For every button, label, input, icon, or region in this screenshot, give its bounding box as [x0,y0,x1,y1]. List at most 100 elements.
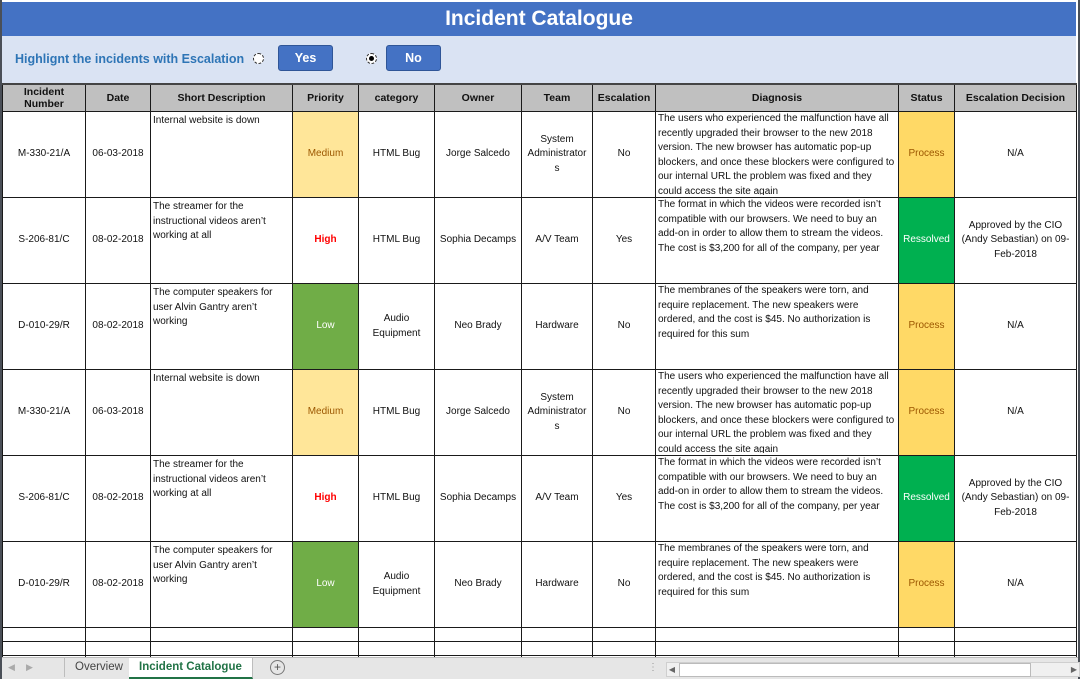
col-escalation[interactable]: Escalation [592,83,656,112]
scrollbar-thumb[interactable] [679,663,1031,677]
sheet-tab-incident-catalogue[interactable]: Incident Catalogue [129,658,253,679]
horizontal-scrollbar[interactable]: ◀ ▶ [666,662,1080,677]
cell-date[interactable]: 08-02-2018 [85,541,151,628]
cell-escalation-decision[interactable]: N/A [954,369,1077,456]
cell-escalation-decision[interactable]: N/A [954,541,1077,628]
cell-short-description[interactable]: Internal website is down [150,111,293,198]
cell-date[interactable]: 08-02-2018 [85,197,151,284]
cell-incident-number[interactable]: S-206-81/C [2,197,86,284]
no-button[interactable]: No [386,45,441,71]
cell-team[interactable]: Hardware [521,283,593,370]
col-category[interactable]: category [358,83,435,112]
cell-team[interactable]: A/V Team [521,455,593,542]
cell-incident-number[interactable]: M-330-21/A [2,111,86,198]
chevron-left-icon[interactable]: ◀ [667,663,677,676]
col-incident-number[interactable]: Incident Number [2,83,86,112]
next-sheet-icon[interactable]: ▶ [26,662,33,673]
empty-cell[interactable] [85,641,151,656]
empty-cell[interactable] [358,627,435,642]
cell-escalation[interactable]: No [592,111,656,198]
cell-date[interactable]: 06-03-2018 [85,111,151,198]
col-short-description[interactable]: Short Description [150,83,293,112]
cell-escalation[interactable]: No [592,283,656,370]
cell-incident-number[interactable]: S-206-81/C [2,455,86,542]
cell-category[interactable]: HTML Bug [358,369,435,456]
cell-date[interactable]: 06-03-2018 [85,369,151,456]
cell-category[interactable]: HTML Bug [358,455,435,542]
cell-incident-number[interactable]: D-010-29/R [2,541,86,628]
cell-escalation-decision[interactable]: Approved by the CIO (Andy Sebastian) on … [954,455,1077,542]
empty-cell[interactable] [292,641,359,656]
cell-escalation-decision[interactable]: Approved by the CIO (Andy Sebastian) on … [954,197,1077,284]
cell-team[interactable]: System Administrator s [521,111,593,198]
cell-owner[interactable]: Sophia Decamps [434,197,522,284]
empty-cell[interactable] [521,627,593,642]
cell-owner[interactable]: Neo Brady [434,283,522,370]
empty-cell[interactable] [954,641,1077,656]
empty-cell[interactable] [521,641,593,656]
cell-diagnosis[interactable]: The format in which the videos were reco… [655,455,899,542]
cell-status[interactable]: Process [898,283,955,370]
cell-category[interactable]: Audio Equipment [358,541,435,628]
empty-cell[interactable] [898,641,955,656]
cell-category[interactable]: Audio Equipment [358,283,435,370]
cell-team[interactable]: A/V Team [521,197,593,284]
plus-circle-icon[interactable]: + [270,660,285,675]
cell-status[interactable]: Process [898,111,955,198]
empty-cell[interactable] [292,627,359,642]
cell-category[interactable]: HTML Bug [358,197,435,284]
cell-date[interactable]: 08-02-2018 [85,455,151,542]
empty-cell[interactable] [592,627,656,642]
cell-incident-number[interactable]: D-010-29/R [2,283,86,370]
cell-team[interactable]: System Administrator s [521,369,593,456]
cell-owner[interactable]: Neo Brady [434,541,522,628]
cell-status[interactable]: Ressolved [898,197,955,284]
empty-cell[interactable] [655,627,899,642]
cell-short-description[interactable]: The streamer for the instructional video… [150,455,293,542]
empty-cell[interactable] [954,627,1077,642]
cell-priority[interactable]: Low [292,283,359,370]
chevron-right-icon[interactable]: ▶ [1069,663,1079,676]
cell-status[interactable]: Process [898,541,955,628]
col-escalation-decision[interactable]: Escalation Decision [954,83,1077,112]
tab-splitter-handle[interactable]: ⋮ [648,662,658,673]
col-priority[interactable]: Priority [292,83,359,112]
cell-diagnosis[interactable]: The membranes of the speakers were torn,… [655,541,899,628]
col-team[interactable]: Team [521,83,593,112]
col-owner[interactable]: Owner [434,83,522,112]
cell-category[interactable]: HTML Bug [358,111,435,198]
radio-yes[interactable] [253,53,264,64]
cell-short-description[interactable]: The computer speakers for user Alvin Gan… [150,283,293,370]
cell-diagnosis[interactable]: The format in which the videos were reco… [655,197,899,284]
cell-escalation[interactable]: No [592,541,656,628]
cell-team[interactable]: Hardware [521,541,593,628]
cell-priority[interactable]: Medium [292,111,359,198]
cell-short-description[interactable]: The computer speakers for user Alvin Gan… [150,541,293,628]
cell-status[interactable]: Ressolved [898,455,955,542]
empty-cell[interactable] [150,627,293,642]
col-status[interactable]: Status [898,83,955,112]
cell-priority[interactable]: High [292,455,359,542]
prev-sheet-icon[interactable]: ◀ [8,662,15,673]
cell-owner[interactable]: Sophia Decamps [434,455,522,542]
cell-escalation[interactable]: Yes [592,197,656,284]
cell-diagnosis[interactable]: The membranes of the speakers were torn,… [655,283,899,370]
cell-incident-number[interactable]: M-330-21/A [2,369,86,456]
cell-date[interactable]: 08-02-2018 [85,283,151,370]
cell-short-description[interactable]: The streamer for the instructional video… [150,197,293,284]
empty-cell[interactable] [592,641,656,656]
cell-priority[interactable]: Medium [292,369,359,456]
cell-status[interactable]: Process [898,369,955,456]
empty-cell[interactable] [358,641,435,656]
sheet-tab-overview[interactable]: Overview [64,658,134,677]
cell-diagnosis[interactable]: The users who experienced the malfunctio… [655,111,899,198]
empty-cell[interactable] [434,641,522,656]
empty-cell[interactable] [2,627,86,642]
cell-escalation-decision[interactable]: N/A [954,111,1077,198]
cell-diagnosis[interactable]: The users who experienced the malfunctio… [655,369,899,456]
cell-priority[interactable]: High [292,197,359,284]
cell-escalation[interactable]: Yes [592,455,656,542]
col-diagnosis[interactable]: Diagnosis [655,83,899,112]
cell-owner[interactable]: Jorge Salcedo [434,369,522,456]
cell-owner[interactable]: Jorge Salcedo [434,111,522,198]
